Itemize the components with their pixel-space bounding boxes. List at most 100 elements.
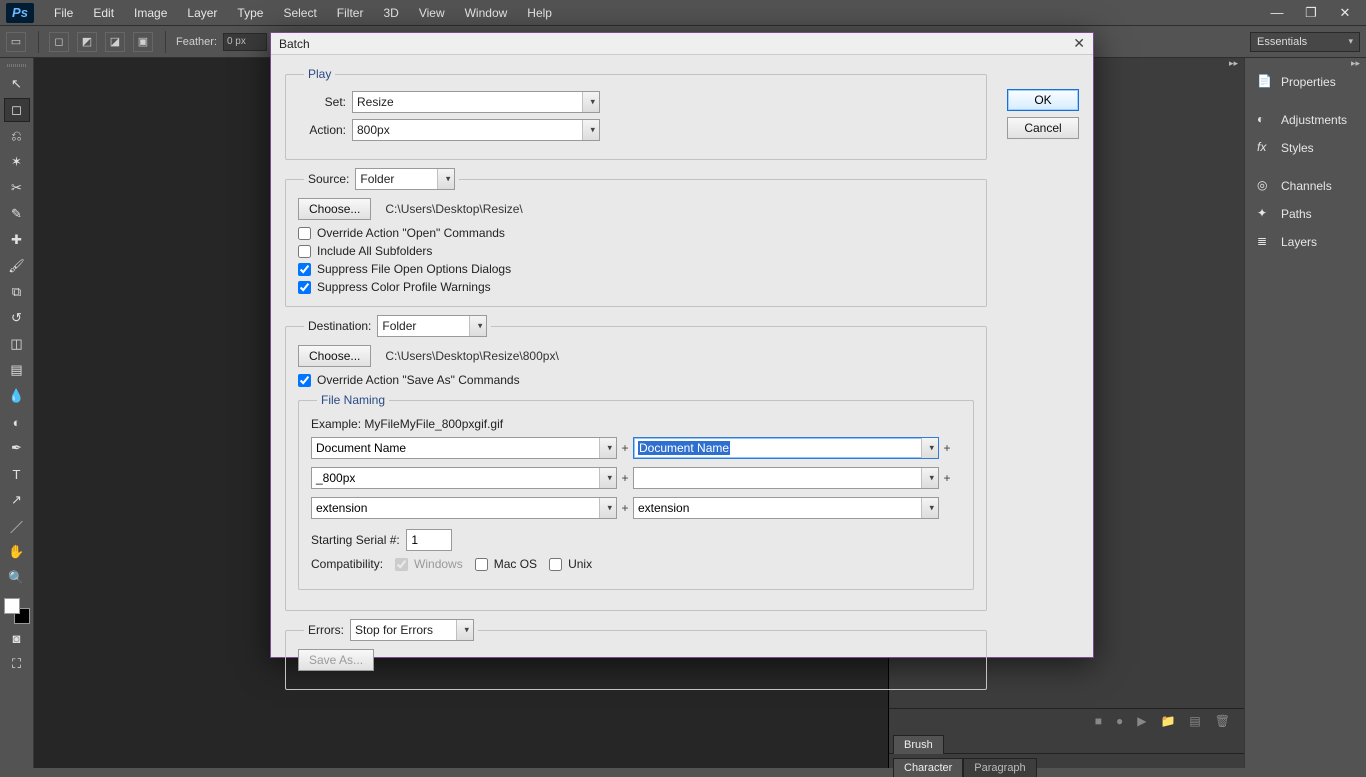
tool-blur[interactable]: 💧 <box>4 384 30 408</box>
naming-field-2[interactable]: Document Name▾ <box>633 437 939 459</box>
tool-pen[interactable]: ✒ <box>4 436 30 460</box>
tool-zoom[interactable]: 🔍 <box>4 566 30 590</box>
play-group: Play Set: Resize▾ Action: 800px▾ <box>285 67 987 160</box>
add-selection-icon[interactable]: ◩ <box>77 32 97 52</box>
toolbox-grip[interactable] <box>0 60 33 70</box>
menu-layer[interactable]: Layer <box>177 6 227 20</box>
subtract-selection-icon[interactable]: ◪ <box>105 32 125 52</box>
tool-line[interactable]: ／ <box>4 514 30 538</box>
dialog-titlebar[interactable]: Batch ✕ <box>271 33 1093 55</box>
menu-filter[interactable]: Filter <box>327 6 374 20</box>
naming-field-3[interactable]: _800px▾ <box>311 467 617 489</box>
tool-hand[interactable]: ✋ <box>4 540 30 564</box>
source-choose-button[interactable]: Choose... <box>298 198 371 220</box>
tool-history-brush[interactable]: ↺ <box>4 306 30 330</box>
panel-footer-icons: ■ ● ▶ 📁 ▤ 🗑 <box>889 708 1244 732</box>
tool-lasso[interactable]: ⎌ <box>4 124 30 148</box>
naming-field-1[interactable]: Document Name▾ <box>311 437 617 459</box>
destination-path: C:\Users\Desktop\Resize\800px\ <box>385 349 558 363</box>
window-close-icon[interactable]: ✕ <box>1332 4 1358 22</box>
intersect-selection-icon[interactable]: ▣ <box>133 32 153 52</box>
menu-3d[interactable]: 3D <box>373 6 408 20</box>
plus-icon: + <box>617 501 633 515</box>
set-dropdown[interactable]: Resize▾ <box>352 91 600 113</box>
errors-group: Errors: Stop for Errors▾ Save As... <box>285 619 987 690</box>
panel-layers[interactable]: ≣ Layers <box>1245 228 1366 256</box>
panel-properties[interactable]: 📄 Properties <box>1245 68 1366 96</box>
include-subfolders-checkbox[interactable]: Include All Subfolders <box>298 244 974 258</box>
tool-eyedropper[interactable]: ✎ <box>4 202 30 226</box>
tool-marquee[interactable]: ◻ <box>4 98 30 122</box>
source-dropdown[interactable]: Folder▾ <box>355 168 455 190</box>
menu-window[interactable]: Window <box>455 6 518 20</box>
dialog-close-icon[interactable]: ✕ <box>1073 35 1085 52</box>
tool-screenmode[interactable]: ⛶ <box>4 652 30 676</box>
cancel-button[interactable]: Cancel <box>1007 117 1079 139</box>
file-naming-group: File Naming Example: MyFileMyFile_800pxg… <box>298 393 974 590</box>
tool-spot-heal[interactable]: ✚ <box>4 228 30 252</box>
suppress-color-label: Suppress Color Profile Warnings <box>317 280 491 294</box>
panel-channels[interactable]: ◎ Channels <box>1245 172 1366 200</box>
override-save-checkbox[interactable]: Override Action "Save As" Commands <box>298 373 974 387</box>
naming-field-6[interactable]: extension▾ <box>633 497 939 519</box>
compat-unix-checkbox[interactable]: Unix <box>549 557 592 571</box>
paths-icon: ✦ <box>1257 206 1273 222</box>
menu-file[interactable]: File <box>44 6 83 20</box>
tool-move[interactable]: ↖ <box>4 72 30 96</box>
tool-eraser[interactable]: ◫ <box>4 332 30 356</box>
suppress-open-checkbox[interactable]: Suppress File Open Options Dialogs <box>298 262 974 276</box>
window-restore-icon[interactable]: ❐ <box>1298 4 1324 22</box>
panel-styles[interactable]: fx Styles <box>1245 134 1366 162</box>
tool-brush[interactable]: 🖌 <box>4 254 30 278</box>
tool-preset-icon[interactable]: ▭ <box>6 32 26 52</box>
compat-win-label: Windows <box>414 557 463 571</box>
tool-gradient[interactable]: ▤ <box>4 358 30 382</box>
suppress-color-checkbox[interactable]: Suppress Color Profile Warnings <box>298 280 974 294</box>
panel-adjustments[interactable]: ◐ Adjustments <box>1245 106 1366 134</box>
menu-help[interactable]: Help <box>517 6 562 20</box>
panel-label: Styles <box>1281 141 1314 155</box>
tool-path-select[interactable]: ↗ <box>4 488 30 512</box>
menu-select[interactable]: Select <box>273 6 326 20</box>
ok-button[interactable]: OK <box>1007 89 1079 111</box>
folder-icon[interactable]: 📁 <box>1160 714 1175 728</box>
example-value: MyFileMyFile_800pxgif.gif <box>364 417 503 431</box>
play-icon[interactable]: ▶ <box>1137 714 1146 728</box>
source-group: Source: Folder▾ Choose... C:\Users\Deskt… <box>285 168 987 307</box>
panel-collapse-icon[interactable]: ▸▸ <box>1245 58 1366 68</box>
feather-label: Feather: <box>176 36 217 48</box>
naming-field-4[interactable]: ▾ <box>633 467 939 489</box>
record-icon[interactable]: ● <box>1116 714 1123 728</box>
naming-field-5[interactable]: extension▾ <box>311 497 617 519</box>
errors-dropdown[interactable]: Stop for Errors▾ <box>350 619 474 641</box>
starting-serial-label: Starting Serial #: <box>311 533 400 547</box>
destination-dropdown[interactable]: Folder▾ <box>377 315 487 337</box>
new-selection-icon[interactable]: ◻ <box>49 32 69 52</box>
tab-brush[interactable]: Brush <box>893 735 944 754</box>
action-label: Action: <box>298 123 346 137</box>
tool-quick-select[interactable]: ✶ <box>4 150 30 174</box>
workspace-dropdown[interactable]: Essentials <box>1250 32 1360 52</box>
feather-input[interactable]: 0 px <box>223 33 267 51</box>
compat-mac-checkbox[interactable]: Mac OS <box>475 557 537 571</box>
new-icon[interactable]: ▤ <box>1189 714 1200 728</box>
action-dropdown[interactable]: 800px▾ <box>352 119 600 141</box>
tool-crop[interactable]: ✂ <box>4 176 30 200</box>
menu-image[interactable]: Image <box>124 6 177 20</box>
starting-serial-input[interactable] <box>406 529 452 551</box>
panel-paths[interactable]: ✦ Paths <box>1245 200 1366 228</box>
menu-view[interactable]: View <box>409 6 455 20</box>
override-open-checkbox[interactable]: Override Action "Open" Commands <box>298 226 974 240</box>
color-swatch[interactable] <box>4 598 30 624</box>
trash-icon[interactable]: 🗑 <box>1215 714 1230 728</box>
menu-type[interactable]: Type <box>227 6 273 20</box>
tool-type[interactable]: T <box>4 462 30 486</box>
stop-icon[interactable]: ■ <box>1095 714 1102 728</box>
window-minimize-icon[interactable]: — <box>1264 4 1290 22</box>
override-save-label: Override Action "Save As" Commands <box>317 373 520 387</box>
tool-quickmask[interactable]: ◙ <box>4 626 30 650</box>
destination-choose-button[interactable]: Choose... <box>298 345 371 367</box>
tool-clone[interactable]: ⧉ <box>4 280 30 304</box>
menu-edit[interactable]: Edit <box>83 6 124 20</box>
tool-dodge[interactable]: ◐ <box>4 410 30 434</box>
